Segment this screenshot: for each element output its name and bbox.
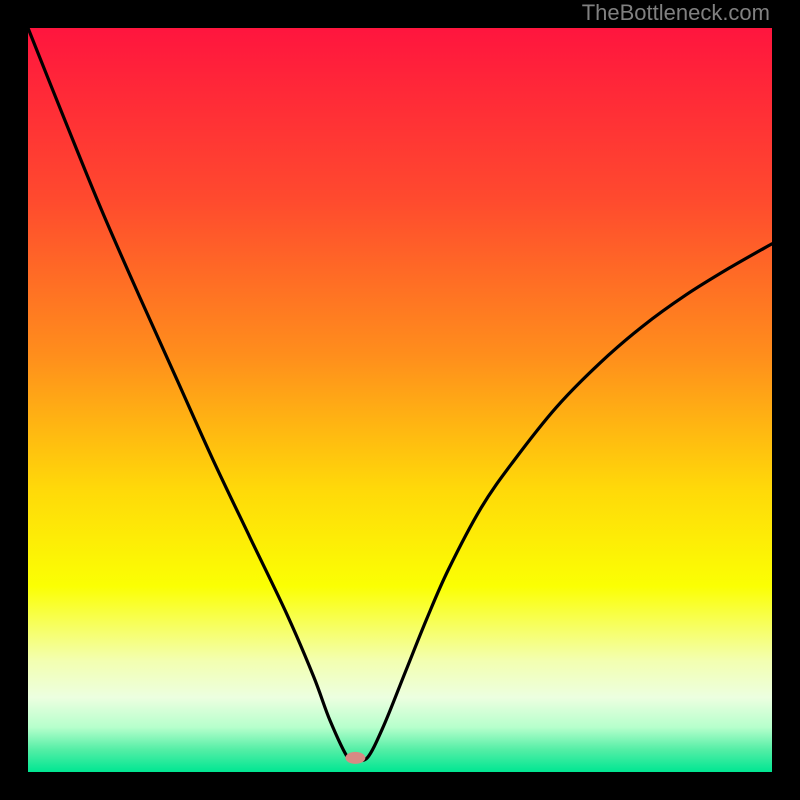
gradient-background — [28, 28, 772, 772]
watermark-text: TheBottleneck.com — [582, 0, 770, 26]
chart-frame: TheBottleneck.com — [0, 0, 800, 800]
marker-dot — [345, 752, 365, 764]
chart-svg — [28, 28, 772, 772]
plot-area — [28, 28, 772, 772]
